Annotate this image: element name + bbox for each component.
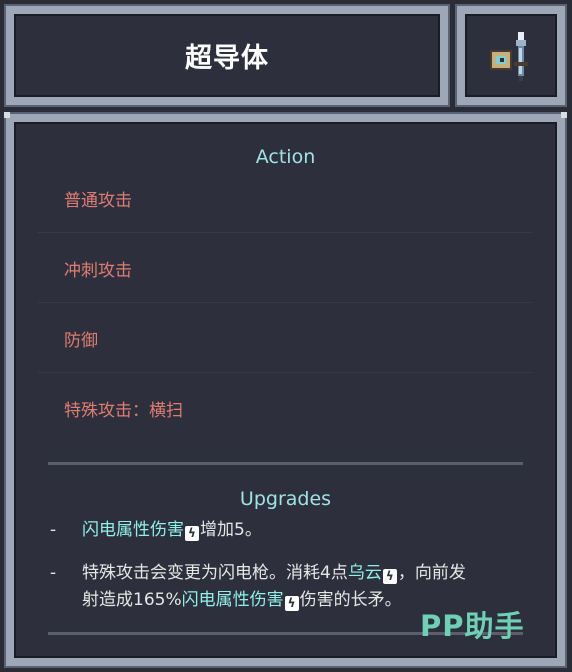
- upgrade-text-part: 伤害的长矛。: [299, 590, 402, 610]
- lightning-element-icon: ϟ: [185, 526, 199, 541]
- lightning-spear-icon: [490, 31, 528, 81]
- panel-content: Action 普通攻击 冲刺攻击 防御 特殊攻击：横扫 Upgrades - 闪…: [14, 122, 557, 658]
- action-section-title: Action: [255, 146, 316, 168]
- upgrades-section-title: Upgrades: [239, 488, 332, 510]
- upgrade-text-part: 特殊攻击会变更为闪电枪。消耗4点: [82, 563, 348, 583]
- action-row-normal-attack: 普通攻击: [64, 191, 132, 211]
- upgrade-text-part: 射造成165%: [82, 590, 182, 610]
- watermark-logo: PP助手: [420, 609, 525, 643]
- bullet-dash: -: [50, 563, 57, 583]
- row-divider: [38, 372, 533, 373]
- upgrade-text-part: ，向前发: [397, 563, 466, 583]
- weapon-icon-slot: [465, 14, 557, 97]
- upgrade-item-1: - 闪电属性伤害 ϟ 增加5。: [50, 517, 535, 545]
- row-divider: [38, 232, 533, 233]
- storm-cloud-keyword: 乌云: [347, 563, 382, 583]
- upgrade-value-text: 增加5。: [200, 520, 262, 540]
- action-row-special-attack: 特殊攻击：横扫: [64, 401, 183, 421]
- frame-rivet: [4, 112, 10, 118]
- element-damage-keyword: 闪电属性伤害: [82, 520, 184, 540]
- storm-cloud-icon: ϟ: [382, 569, 397, 584]
- bullet-dash: -: [50, 520, 57, 540]
- weapon-detail-panel: Action 普通攻击 冲刺攻击 防御 特殊攻击：横扫 Upgrades - 闪…: [4, 112, 567, 668]
- lightning-element-icon: ϟ: [284, 596, 299, 611]
- title-plate: 超导体: [4, 4, 450, 107]
- frame-rivet: [561, 112, 567, 118]
- row-divider: [38, 302, 533, 303]
- action-row-defense: 防御: [64, 331, 98, 351]
- upgrade-text-1: 闪电属性伤害 ϟ 增加5。: [82, 517, 535, 544]
- action-row-dash-attack: 冲刺攻击: [64, 261, 132, 281]
- title-inner: 超导体: [14, 14, 440, 97]
- section-divider: [48, 462, 523, 465]
- element-damage-keyword: 闪电属性伤害: [181, 590, 284, 610]
- weapon-title: 超导体: [185, 43, 269, 74]
- weapon-icon-plate: [455, 4, 567, 107]
